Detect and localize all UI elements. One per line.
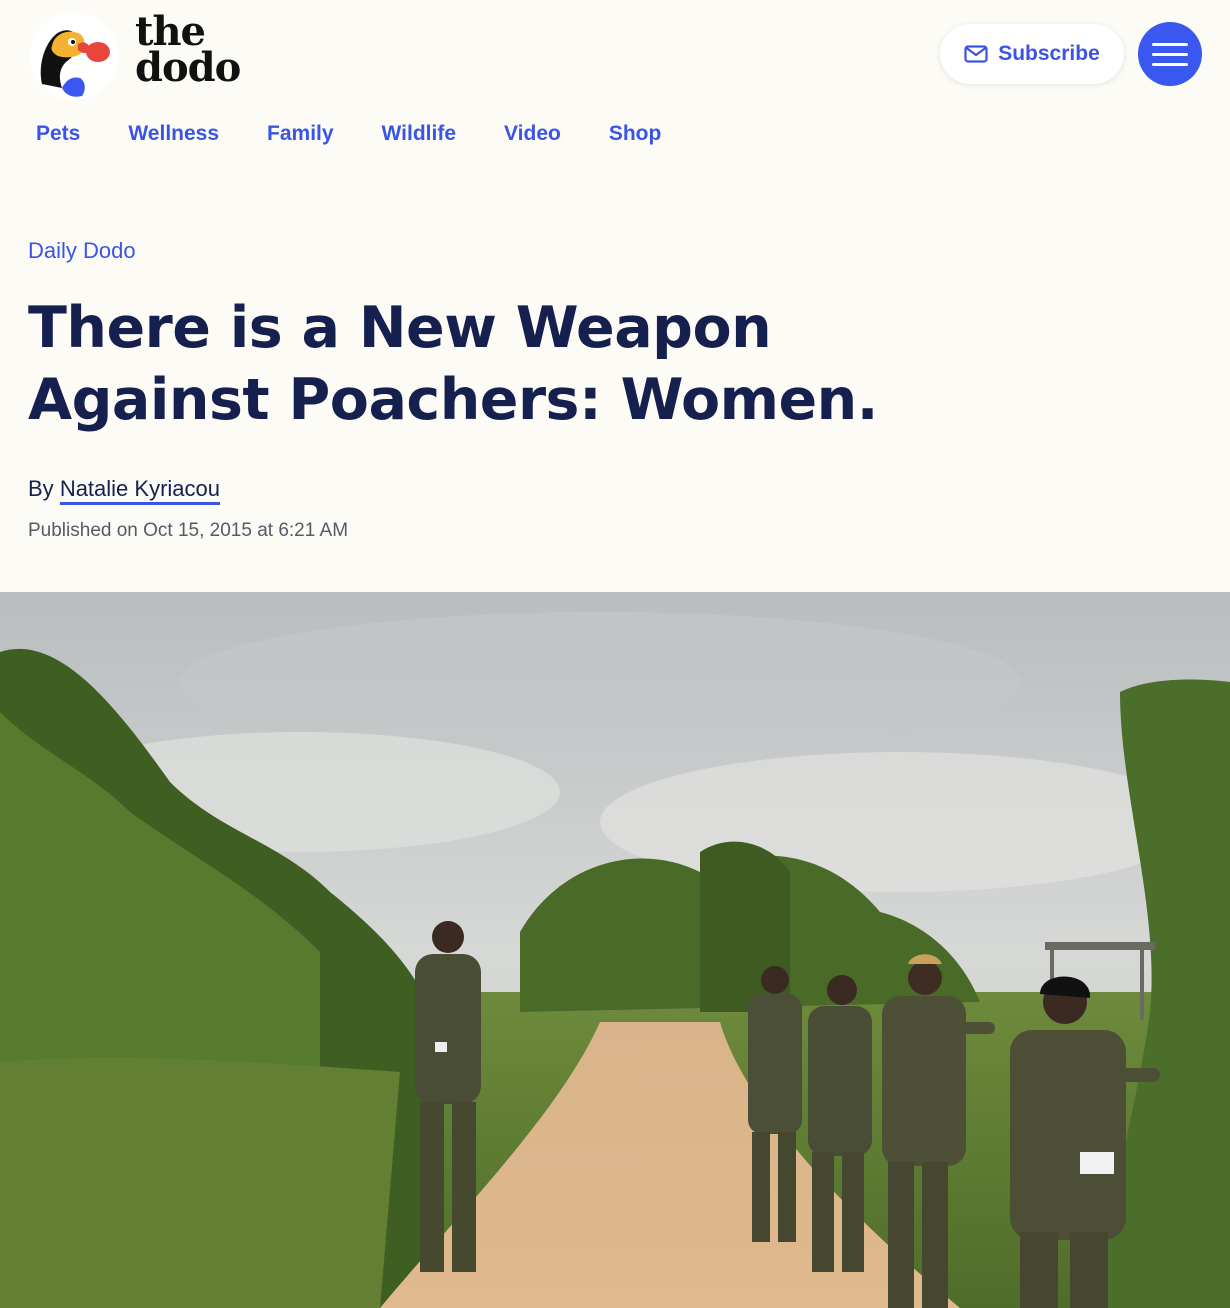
site-logo-wordmark[interactable]: the dodo	[135, 12, 241, 91]
mail-icon	[964, 45, 988, 63]
nav-item-shop[interactable]: Shop	[609, 122, 662, 146]
dodo-logo-icon[interactable]	[28, 10, 120, 102]
hamburger-menu-button[interactable]	[1138, 22, 1202, 86]
subscribe-label: Subscribe	[998, 42, 1100, 65]
nav-item-pets[interactable]: Pets	[36, 122, 80, 146]
article-category-link[interactable]: Daily Dodo	[28, 238, 136, 264]
nav-item-video[interactable]: Video	[504, 122, 561, 146]
nav-item-family[interactable]: Family	[267, 122, 334, 146]
logo-line-2: dodo	[135, 44, 241, 91]
author-link[interactable]: Natalie Kyriacou	[59, 476, 220, 505]
article-byline: By Natalie Kyriacou	[28, 476, 220, 505]
site-header: the dodo Subscribe	[0, 0, 1230, 110]
nav-item-wellness[interactable]: Wellness	[128, 122, 219, 146]
hamburger-menu-icon-bar	[1152, 52, 1188, 56]
hamburger-menu-icon	[1152, 42, 1188, 46]
published-date: Published on Oct 15, 2015 at 6:21 AM	[28, 520, 349, 541]
primary-nav: Pets Wellness Family Wildlife Video Shop	[36, 122, 709, 146]
hamburger-menu-icon-bar	[1152, 62, 1188, 66]
nav-item-wildlife[interactable]: Wildlife	[382, 122, 456, 146]
subscribe-button[interactable]: Subscribe	[940, 24, 1124, 84]
article-headline: There is a New Weapon Against Poachers: …	[28, 295, 878, 433]
byline-prefix: By	[28, 476, 54, 501]
hero-image	[0, 592, 1230, 1308]
